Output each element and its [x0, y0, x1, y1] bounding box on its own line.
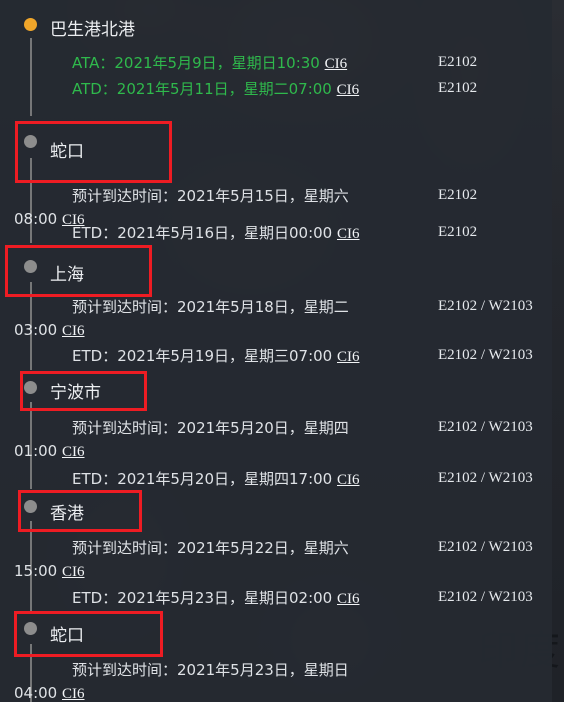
schedule-time-label: ATA：2021年5月9日，星期日10:30 [72, 54, 325, 72]
vessel-voyage-code: E2102 / W2103 [438, 298, 533, 314]
service-route-link[interactable]: CI6 [337, 591, 360, 607]
timeline-node-dot[interactable] [24, 135, 37, 148]
vessel-voyage-code: E2102 [438, 224, 478, 240]
schedule-time-label: ATD：2021年5月11日，星期二07:00 [72, 80, 337, 98]
schedule-leg-text: ATD：2021年5月11日，星期二07:00 CI6 [14, 78, 374, 102]
service-route-link[interactable]: CI6 [337, 82, 360, 98]
port-name[interactable]: 宁波市 [50, 378, 101, 403]
vessel-voyage-code: E2102 [438, 80, 478, 96]
schedule-leg-text: 预计到达时间：2021年5月23日，星期日04:00 CI6 [14, 659, 374, 702]
vessel-schedule-panel: 巴生港北港 ATA：2021年5月9日，星期日10:30 CI6 E2102 ATD：… [0, 0, 552, 702]
service-route-link[interactable]: CI6 [337, 472, 360, 488]
timeline-node-dot[interactable] [24, 18, 37, 31]
port-name[interactable]: 蛇口 [50, 621, 84, 646]
service-route-link[interactable]: CI6 [337, 226, 360, 242]
timeline-connector [30, 38, 32, 116]
service-route-link[interactable]: CI6 [62, 564, 85, 580]
port-name[interactable]: 上海 [50, 260, 84, 285]
schedule-leg-text: ETD：2021年5月23日，星期日02:00 CI6 [14, 587, 374, 611]
schedule-leg-text: 预计到达时间：2021年5月22日，星期六15:00 CI6 [14, 537, 374, 584]
vessel-voyage-code: E2102 / W2103 [438, 347, 533, 363]
schedule-time-label: ETD：2021年5月20日，星期四17:00 [72, 470, 337, 488]
schedule-leg-text: ETD：2021年5月20日，星期四17:00 CI6 [14, 468, 374, 492]
service-route-link[interactable]: CI6 [62, 444, 85, 460]
port-name[interactable]: 蛇口 [50, 137, 84, 162]
schedule-leg-text: 预计到达时间：2021年5月18日，星期二03:00 CI6 [14, 296, 374, 343]
vessel-voyage-code: E2102 / W2103 [438, 419, 533, 435]
schedule-leg-text: ATA：2021年5月9日，星期日10:30 CI6 [14, 52, 374, 76]
vessel-voyage-code: E2102 / W2103 [438, 470, 533, 486]
port-name[interactable]: 巴生港北港 [50, 15, 135, 40]
vessel-voyage-code: E2102 [438, 54, 478, 70]
schedule-leg-text: ETD：2021年5月16日，星期日00:00 CI6 [14, 222, 374, 246]
vessel-voyage-code: E2102 / W2103 [438, 539, 533, 555]
service-route-link[interactable]: CI6 [325, 56, 348, 72]
schedule-leg-text: ETD：2021年5月19日，星期三07:00 CI6 [14, 345, 374, 369]
schedule-time-label: ETD：2021年5月19日，星期三07:00 [72, 347, 337, 365]
service-route-link[interactable]: CI6 [337, 349, 360, 365]
vessel-voyage-code: E2102 / W2103 [438, 589, 533, 605]
vessel-voyage-code: E2102 [438, 187, 478, 203]
timeline-node-dot[interactable] [24, 500, 37, 513]
schedule-leg-text: 预计到达时间：2021年5月20日，星期四01:00 CI6 [14, 417, 374, 464]
schedule-time-label: ETD：2021年5月16日，星期日00:00 [72, 224, 337, 242]
timeline-node-dot[interactable] [24, 381, 37, 394]
timeline-node-dot[interactable] [24, 622, 37, 635]
service-route-link[interactable]: CI6 [62, 686, 85, 702]
service-route-link[interactable]: CI6 [62, 323, 85, 339]
port-name[interactable]: 香港 [50, 499, 84, 524]
timeline-node-dot[interactable] [24, 260, 37, 273]
schedule-time-label: ETD：2021年5月23日，星期日02:00 [72, 589, 337, 607]
